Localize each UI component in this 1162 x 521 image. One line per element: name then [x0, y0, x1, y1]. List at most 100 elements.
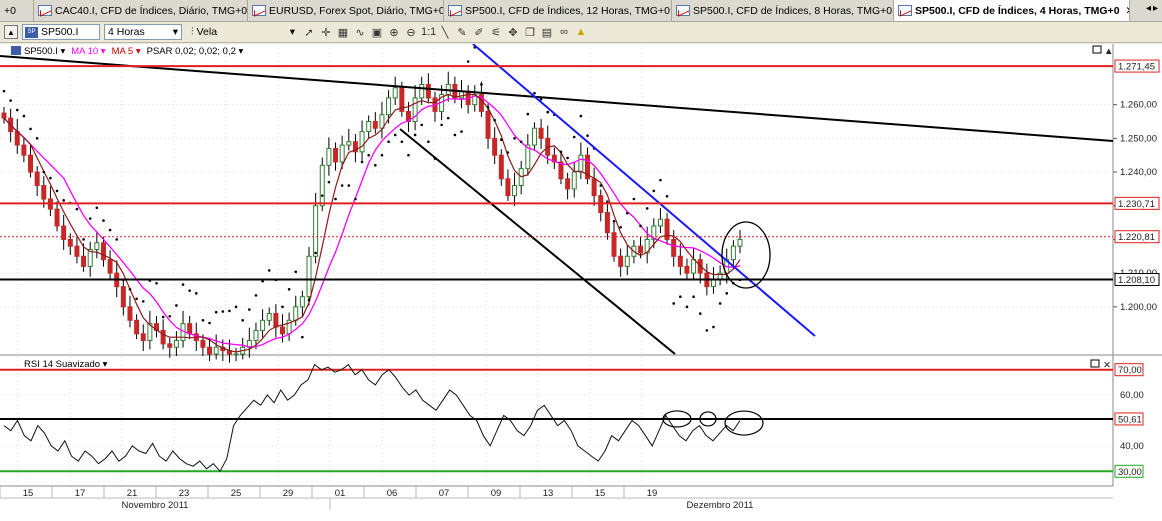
chart-area: 1.260,001.250,001.240,001.230,001.220,00…: [0, 44, 1162, 521]
drawing-tools: ➚ ✛ ▦ ∿ ▣ ⊕ ⊖ 1:1 ╲ ✎ ✐ ⚟ ✥ ❐ ▤ ∞ ▲: [302, 26, 588, 39]
candle-body: [333, 147, 339, 163]
tab-0[interactable]: +0: [0, 0, 34, 21]
grid-icon[interactable]: ▦: [336, 26, 350, 39]
candle-body: [326, 147, 332, 166]
save-icon[interactable]: ▤: [540, 26, 554, 39]
tab-2[interactable]: EURUSD, Forex Spot, Diário, TMG+0: [248, 0, 444, 21]
line-tool-icon[interactable]: ╲: [438, 26, 452, 39]
brush-icon[interactable]: ✐: [472, 26, 486, 39]
price-label: 1.271,45: [1118, 62, 1155, 73]
psar-dot: [586, 134, 589, 137]
candle-body: [107, 259, 113, 274]
psar-dot: [486, 106, 490, 109]
candle-body: [306, 255, 312, 298]
main-legend: SP500.I ▾ MA 10 ▾ MA 5 ▾ PSAR 0,02; 0,02; 0…: [24, 46, 244, 57]
pencil-icon[interactable]: ✎: [455, 26, 469, 39]
psar-dot: [334, 197, 337, 201]
collapse-button[interactable]: ▲: [4, 25, 18, 39]
tab-label: SP500.I, CFD de Índices, 12 Horas, TMG+0: [465, 4, 670, 17]
psar-dot: [15, 108, 19, 112]
rsi-tick-label: 40,00: [1120, 441, 1144, 452]
y-tick-label: 1.240,00: [1120, 167, 1157, 178]
tab-3[interactable]: SP500.I, CFD de Índices, 12 Horas, TMG+0: [444, 0, 672, 21]
chart-svg[interactable]: 1.260,001.250,001.240,001.230,001.220,00…: [0, 44, 1162, 521]
candle-body: [671, 238, 677, 257]
x-tick-label: 25: [231, 488, 242, 499]
legend-item[interactable]: MA 5 ▾: [112, 46, 141, 57]
psar-dot: [267, 269, 271, 272]
cursor-icon[interactable]: ➚: [302, 26, 316, 39]
candle-body: [1, 112, 7, 119]
psar-dot: [281, 305, 284, 309]
candle-body: [677, 255, 683, 267]
indicator-icon[interactable]: ∿: [353, 26, 367, 39]
candle-body: [207, 346, 213, 355]
chart-type-select[interactable]: ⫶ Vela ▾: [188, 24, 298, 40]
psar-dot: [599, 184, 603, 187]
rsi-legend: RSI 14 Suavizado ▾: [24, 359, 108, 370]
rsi-level-label: 50,61: [1118, 414, 1142, 425]
psar-dot: [294, 270, 298, 274]
candle-body: [200, 340, 206, 348]
window-icon[interactable]: ▣: [370, 26, 384, 39]
psar-dot: [685, 305, 689, 309]
link-icon[interactable]: ∞: [557, 26, 571, 38]
close-icon[interactable]: ✕: [1126, 5, 1129, 17]
psar-dot: [2, 89, 6, 93]
fib-icon[interactable]: ⚟: [489, 26, 503, 39]
rsi-tick-label: 60,00: [1120, 390, 1144, 401]
zoom-in-icon[interactable]: ⊕: [387, 26, 401, 39]
candle-body: [346, 141, 352, 146]
pan-icon[interactable]: ✥: [506, 26, 520, 39]
tab-5-active[interactable]: SP500.I, CFD de Índices, 4 Horas, TMG+0 ✕: [894, 0, 1130, 21]
candle-body: [604, 211, 610, 234]
psar-dot: [55, 189, 59, 193]
psar-dot: [75, 207, 79, 211]
legend-item[interactable]: MA 10 ▾: [71, 46, 106, 57]
candle-body: [372, 121, 378, 129]
candle-body: [293, 306, 299, 321]
candle-body: [492, 137, 498, 156]
psar-dot: [155, 281, 158, 285]
tab-4[interactable]: SP500.I, CFD de Índices, 8 Horas, TMG+0: [672, 0, 894, 21]
candle-body: [67, 238, 73, 247]
zoom-out-icon[interactable]: ⊖: [404, 26, 418, 39]
psar-dot: [499, 138, 503, 141]
candle-body: [253, 329, 259, 342]
crosshair-icon[interactable]: ✛: [319, 26, 333, 39]
psar-dot: [519, 140, 523, 144]
tab-scroll-arrows[interactable]: ◂▸: [1146, 3, 1160, 14]
candle-body: [299, 296, 305, 308]
zoom-ratio[interactable]: 1:1: [421, 26, 436, 38]
candle-body: [28, 154, 34, 173]
candle-body: [319, 164, 325, 207]
psar-dot: [526, 112, 530, 116]
copy-icon[interactable]: ❐: [523, 26, 537, 39]
timeframe-select[interactable]: 4 Horas ▾: [104, 24, 182, 40]
chart-icon: [252, 5, 266, 16]
symbol-value: SP500.I: [41, 26, 79, 38]
legend-item[interactable]: PSAR 0,02; 0,02; 0,2 ▾: [147, 46, 244, 57]
x-tick-label: 23: [179, 488, 190, 499]
psar-dot: [287, 288, 291, 291]
y-tick-label: 1.260,00: [1120, 100, 1157, 111]
symbol-selector[interactable]: SP SP500.I: [22, 24, 100, 40]
psar-dot: [367, 153, 370, 157]
alert-icon: ▲: [1104, 46, 1113, 57]
psar-dot: [513, 137, 516, 140]
tab-1[interactable]: CAC40.I, CFD de Índices, Diário, TMG+0: [34, 0, 248, 21]
price-label: 1.230,71: [1118, 199, 1155, 210]
psar-dot: [393, 133, 397, 137]
psar-dot: [208, 321, 211, 325]
candle-body: [187, 323, 193, 335]
candle-body: [618, 255, 624, 267]
alert-icon[interactable]: ▲: [574, 26, 588, 38]
psar-dot: [29, 127, 32, 131]
x-tick-label: 17: [75, 488, 86, 499]
candle-body: [710, 279, 716, 288]
psar-dot: [135, 297, 138, 301]
psar-dot: [440, 123, 443, 127]
legend-item[interactable]: SP500.I ▾: [24, 46, 65, 57]
psar-dot: [241, 319, 245, 322]
psar-dot: [194, 292, 198, 295]
